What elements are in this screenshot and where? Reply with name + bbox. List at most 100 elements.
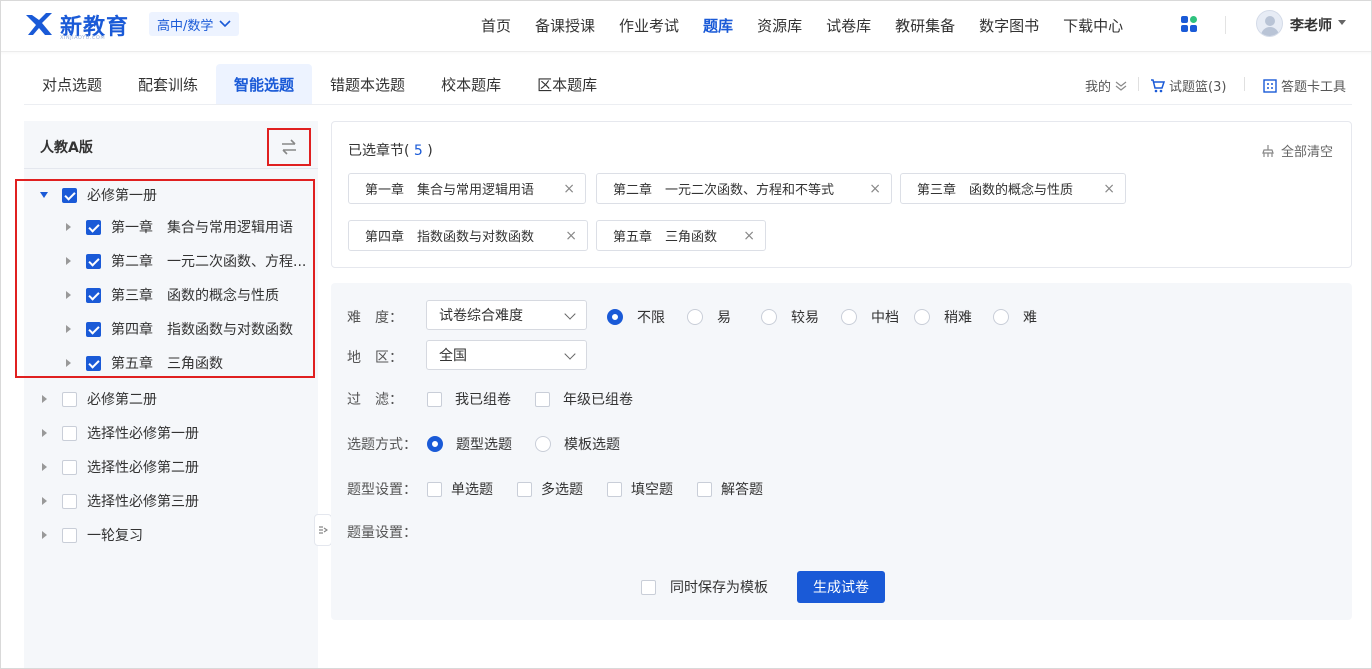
radio-button[interactable] — [607, 309, 623, 325]
close-icon[interactable]: × — [565, 228, 577, 244]
checkbox[interactable] — [62, 425, 77, 441]
question-type-option[interactable]: 单选题 — [427, 479, 493, 499]
nav-item[interactable]: 下载中心 — [1063, 15, 1123, 36]
switch-textbook-button[interactable] — [267, 128, 311, 166]
tree-node[interactable]: 选择性必修第三册 — [40, 489, 199, 513]
nav-item[interactable]: 备课授课 — [535, 15, 595, 36]
checkbox[interactable] — [62, 493, 77, 509]
caret-right-icon[interactable] — [42, 463, 47, 471]
tree-node[interactable]: 选择性必修第二册 — [40, 455, 199, 479]
grade-subject-select[interactable]: 高中/数学 — [149, 12, 240, 36]
checkbox[interactable] — [86, 219, 101, 235]
close-icon[interactable]: × — [869, 181, 881, 197]
checkbox[interactable] — [62, 527, 77, 543]
radio-button[interactable] — [761, 309, 777, 325]
checkbox[interactable] — [517, 481, 532, 497]
caret-down-icon[interactable] — [40, 192, 48, 198]
tab-item[interactable]: 智能选题 — [216, 64, 313, 104]
tree-node[interactable]: 必修第二册 — [40, 387, 157, 411]
checkbox[interactable] — [86, 355, 101, 371]
tab-item[interactable]: 错题本选题 — [312, 64, 423, 104]
question-type-option[interactable]: 填空题 — [607, 479, 673, 499]
nav-item[interactable]: 作业考试 — [619, 15, 679, 36]
close-icon[interactable]: × — [743, 228, 755, 244]
radio-button[interactable] — [427, 436, 443, 452]
caret-right-icon[interactable] — [66, 291, 71, 299]
apps-grid-icon[interactable] — [1181, 16, 1197, 32]
question-type-option[interactable]: 解答题 — [697, 479, 763, 499]
generate-paper-button[interactable]: 生成试卷 — [797, 571, 885, 603]
mine-dropdown[interactable]: 我的 — [1085, 76, 1127, 95]
radio-button[interactable] — [993, 309, 1009, 325]
difficulty-option[interactable]: 难 — [993, 307, 1037, 327]
difficulty-option[interactable]: 易 — [687, 307, 731, 327]
user-name[interactable]: 李老师 — [1290, 15, 1332, 35]
checkbox[interactable] — [427, 391, 442, 407]
nav-item[interactable]: 教研集备 — [895, 15, 955, 36]
caret-right-icon[interactable] — [66, 223, 71, 231]
nav-item[interactable]: 试卷库 — [826, 15, 871, 36]
clear-all-button[interactable]: 全部清空 — [1261, 141, 1333, 160]
save-as-template-checkbox[interactable]: 同时保存为模板 — [641, 577, 768, 597]
difficulty-option[interactable]: 不限 — [607, 307, 665, 327]
caret-right-icon[interactable] — [42, 429, 47, 437]
close-icon[interactable]: × — [563, 181, 575, 197]
filter-option[interactable]: 我已组卷 — [427, 389, 511, 409]
caret-right-icon[interactable] — [42, 497, 47, 505]
checkbox[interactable] — [86, 253, 101, 269]
nav-item[interactable]: 题库 — [703, 15, 733, 36]
filter-option[interactable]: 年级已组卷 — [535, 389, 633, 409]
checkbox[interactable] — [427, 481, 442, 497]
caret-right-icon[interactable] — [42, 531, 47, 539]
tab-item[interactable]: 校本题库 — [423, 64, 519, 104]
checkbox[interactable] — [86, 321, 101, 337]
tab-item[interactable]: 配套训练 — [120, 64, 216, 104]
difficulty-option[interactable]: 较易 — [761, 307, 819, 327]
checkbox[interactable] — [86, 287, 101, 303]
tab-item[interactable]: 区本题库 — [519, 64, 615, 104]
tree-node[interactable]: 选择性必修第一册 — [40, 421, 199, 445]
save-as-template-label: 同时保存为模板 — [670, 580, 768, 596]
close-icon[interactable]: × — [1103, 181, 1115, 197]
caret-right-icon[interactable] — [42, 395, 47, 403]
answer-card-tool[interactable]: 答题卡工具 — [1263, 76, 1346, 95]
tree-child-node[interactable]: 第四章 指数函数与对数函数 — [64, 317, 293, 341]
question-type-option[interactable]: 多选题 — [517, 479, 583, 499]
checkbox[interactable] — [62, 187, 77, 203]
user-menu-caret-icon[interactable] — [1338, 20, 1346, 25]
nav-item[interactable]: 资源库 — [757, 15, 802, 36]
difficulty-option[interactable]: 稍难 — [914, 307, 972, 327]
caret-right-icon[interactable] — [66, 325, 71, 333]
radio-button[interactable] — [914, 309, 930, 325]
user-avatar[interactable] — [1256, 10, 1283, 37]
difficulty-select[interactable]: 试卷综合难度 — [426, 300, 587, 330]
nav-item[interactable]: 首页 — [481, 15, 511, 36]
tree-child-node[interactable]: 第一章 集合与常用逻辑用语 — [64, 215, 293, 239]
tree-node[interactable]: 一轮复习 — [40, 523, 143, 547]
caret-right-icon[interactable] — [66, 257, 71, 265]
checkbox[interactable] — [697, 481, 712, 497]
radio-button[interactable] — [841, 309, 857, 325]
filter-option-label: 年级已组卷 — [563, 392, 633, 408]
tree-child-node[interactable]: 第二章 一元二次函数、方程... — [64, 249, 306, 273]
sidebar-collapse-handle[interactable] — [314, 514, 332, 546]
tab-item[interactable]: 对点选题 — [24, 64, 120, 104]
checkbox[interactable] — [62, 459, 77, 475]
tree-child-node[interactable]: 第五章 三角函数 — [64, 351, 223, 375]
checkbox[interactable] — [62, 391, 77, 407]
tree-node[interactable]: 必修第一册 — [40, 183, 157, 207]
caret-right-icon[interactable] — [66, 359, 71, 367]
method-option[interactable]: 模板选题 — [535, 434, 620, 454]
question-basket[interactable]: 试题篮(3) — [1150, 76, 1226, 95]
logo[interactable]: 新教育 XINJIAOYU.COM — [24, 8, 129, 42]
radio-button[interactable] — [535, 436, 551, 452]
nav-item[interactable]: 数字图书 — [979, 15, 1039, 36]
checkbox[interactable] — [535, 391, 550, 407]
checkbox[interactable] — [641, 579, 656, 595]
radio-button[interactable] — [687, 309, 703, 325]
tree-child-node[interactable]: 第三章 函数的概念与性质 — [64, 283, 279, 307]
region-select[interactable]: 全国 — [426, 340, 587, 370]
method-option[interactable]: 题型选题 — [427, 434, 512, 454]
difficulty-option[interactable]: 中档 — [841, 307, 899, 327]
checkbox[interactable] — [607, 481, 622, 497]
